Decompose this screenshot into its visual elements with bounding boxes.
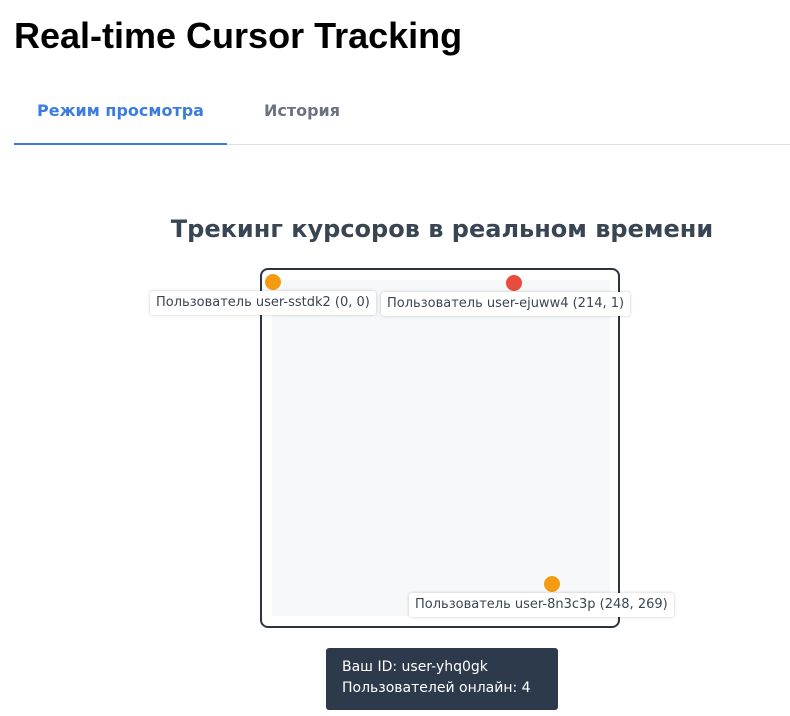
cursor-label-user-8n3c3p: Пользователь user-8n3c3p (248, 269) xyxy=(409,593,674,617)
tracking-canvas[interactable] xyxy=(272,280,610,616)
cursor-dot-user-ejuww4 xyxy=(506,275,522,291)
session-info-box: Ваш ID: user-yhq0gk Пользователей онлайн… xyxy=(326,648,558,710)
tracker-heading: Трекинг курсоров в реальном времени xyxy=(170,215,714,243)
cursor-dot-user-8n3c3p xyxy=(544,576,560,592)
cursor-label-user-sstdk2: Пользователь user-sstdk2 (0, 0) xyxy=(150,291,376,315)
tab-history[interactable]: История xyxy=(227,86,377,144)
tab-view-mode[interactable]: Режим просмотра xyxy=(14,86,227,145)
online-count-text: Пользователей онлайн: 4 xyxy=(342,680,531,696)
tab-bar: Режим просмотра История xyxy=(14,86,790,145)
page-title: Real-time Cursor Tracking xyxy=(14,15,463,56)
tracking-area[interactable] xyxy=(260,268,620,628)
cursor-label-user-ejuww4: Пользователь user-ejuww4 (214, 1) xyxy=(381,292,631,316)
cursor-dot-user-sstdk2 xyxy=(265,274,281,290)
your-id-text: Ваш ID: user-yhq0gk xyxy=(342,659,488,675)
